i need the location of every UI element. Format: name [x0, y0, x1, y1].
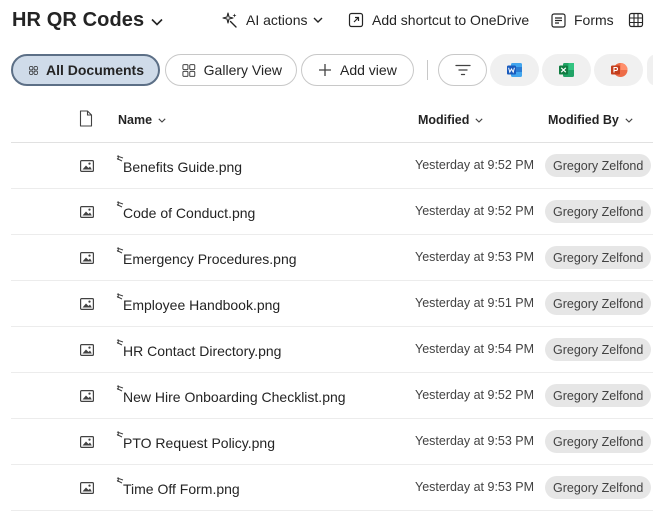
filter-button[interactable]	[438, 54, 487, 86]
file-name-link[interactable]: Benefits Guide.png	[123, 159, 242, 175]
shortcut-arrow-icon	[348, 12, 364, 28]
ai-actions-button[interactable]: AI actions	[222, 12, 323, 28]
edit-in-grid-button[interactable]	[628, 12, 652, 28]
add-shortcut-button[interactable]: Add shortcut to OneDrive	[348, 12, 529, 28]
file-type-column-icon[interactable]	[79, 110, 93, 127]
table-row[interactable]: Benefits Guide.png Yesterday at 9:52 PM …	[11, 143, 653, 189]
chevron-down-icon	[158, 117, 166, 123]
new-excel-workbook-button[interactable]	[542, 54, 591, 86]
modified-date: Yesterday at 9:52 PM	[415, 204, 535, 218]
modified-by-badge[interactable]: Gregory Zelfond	[545, 292, 652, 315]
modified-by-badge[interactable]: Gregory Zelfond	[545, 154, 652, 177]
document-list: Name Modified Modified By Benefits Guide…	[11, 98, 653, 511]
image-file-icon	[80, 206, 94, 218]
column-name-label: Name	[118, 113, 153, 127]
plus-icon	[319, 64, 331, 76]
file-name-link[interactable]: Time Off Form.png	[123, 481, 240, 497]
grid-view-icon	[628, 12, 644, 28]
chevron-down-icon	[313, 17, 323, 23]
modified-by-badge[interactable]: Gregory Zelfond	[545, 476, 652, 499]
file-name-link[interactable]: HR Contact Directory.png	[123, 343, 281, 359]
image-file-icon	[80, 252, 94, 264]
table-row[interactable]: New Hire Onboarding Checklist.png Yester…	[11, 373, 653, 419]
file-name-link[interactable]: New Hire Onboarding Checklist.png	[123, 389, 346, 405]
command-bar: HR QR Codes AI actions Add shortcut to O…	[0, 0, 653, 44]
column-header-row: Name Modified Modified By	[11, 98, 653, 143]
chevron-down-icon	[475, 117, 483, 123]
file-name-link[interactable]: Employee Handbook.png	[123, 297, 280, 313]
divider	[427, 60, 428, 80]
forms-button[interactable]: Forms	[551, 12, 614, 28]
image-file-icon	[80, 390, 94, 402]
grid-icon	[29, 65, 38, 75]
table-row[interactable]: Emergency Procedures.png Yesterday at 9:…	[11, 235, 653, 281]
modified-date: Yesterday at 9:54 PM	[415, 342, 535, 356]
image-file-icon	[80, 160, 94, 172]
chevron-down-icon	[625, 117, 633, 123]
table-row[interactable]: PTO Request Policy.png Yesterday at 9:53…	[11, 419, 653, 465]
word-icon	[506, 63, 522, 77]
more-new-options-button[interactable]	[647, 54, 653, 86]
file-name-link[interactable]: Code of Conduct.png	[123, 205, 255, 221]
modified-by-badge[interactable]: Gregory Zelfond	[545, 200, 652, 223]
table-row[interactable]: Time Off Form.png Yesterday at 9:53 PM G…	[11, 465, 653, 511]
modified-date: Yesterday at 9:53 PM	[415, 480, 535, 494]
column-modified-by-label: Modified By	[548, 113, 619, 127]
file-name-link[interactable]: PTO Request Policy.png	[123, 435, 275, 451]
library-title-dropdown[interactable]: HR QR Codes	[12, 9, 163, 32]
gallery-icon	[182, 63, 196, 77]
modified-date: Yesterday at 9:52 PM	[415, 158, 535, 172]
view-bar: All Documents Gallery View Add view	[0, 54, 653, 86]
image-file-icon	[80, 436, 94, 448]
new-powerpoint-button[interactable]	[594, 54, 643, 86]
sparkle-icon	[222, 12, 237, 28]
view-all-documents[interactable]: All Documents	[11, 54, 160, 86]
excel-icon	[558, 63, 574, 77]
modified-date: Yesterday at 9:53 PM	[415, 250, 535, 264]
add-view-button[interactable]: Add view	[301, 54, 414, 86]
ai-actions-label: AI actions	[246, 12, 308, 28]
add-view-label: Add view	[340, 62, 397, 78]
modified-by-badge[interactable]: Gregory Zelfond	[545, 430, 652, 453]
modified-by-badge[interactable]: Gregory Zelfond	[545, 338, 652, 361]
column-header-modified-by[interactable]: Modified By	[548, 113, 633, 127]
column-header-modified[interactable]: Modified	[418, 113, 483, 127]
image-file-icon	[80, 344, 94, 356]
powerpoint-icon	[610, 63, 627, 77]
modified-by-badge[interactable]: Gregory Zelfond	[545, 384, 652, 407]
column-header-name[interactable]: Name	[118, 113, 166, 127]
modified-by-badge[interactable]: Gregory Zelfond	[545, 246, 652, 269]
table-row[interactable]: Code of Conduct.png Yesterday at 9:52 PM…	[11, 189, 653, 235]
modified-date: Yesterday at 9:52 PM	[415, 388, 535, 402]
view-gallery-label: Gallery View	[203, 62, 282, 78]
library-title: HR QR Codes	[12, 9, 145, 31]
new-word-document-button[interactable]	[490, 54, 539, 86]
file-name-link[interactable]: Emergency Procedures.png	[123, 251, 297, 267]
table-row[interactable]: Employee Handbook.png Yesterday at 9:51 …	[11, 281, 653, 327]
forms-icon	[551, 12, 566, 28]
add-shortcut-label: Add shortcut to OneDrive	[372, 12, 530, 28]
modified-date: Yesterday at 9:53 PM	[415, 434, 535, 448]
view-all-documents-label: All Documents	[45, 62, 144, 78]
filter-icon	[454, 64, 471, 76]
view-gallery[interactable]: Gallery View	[165, 54, 297, 86]
modified-date: Yesterday at 9:51 PM	[415, 296, 535, 310]
table-row[interactable]: HR Contact Directory.png Yesterday at 9:…	[11, 327, 653, 373]
image-file-icon	[80, 298, 94, 310]
forms-label: Forms	[574, 12, 614, 28]
chevron-down-icon	[151, 18, 163, 26]
image-file-icon	[80, 482, 94, 494]
column-modified-label: Modified	[418, 113, 470, 127]
